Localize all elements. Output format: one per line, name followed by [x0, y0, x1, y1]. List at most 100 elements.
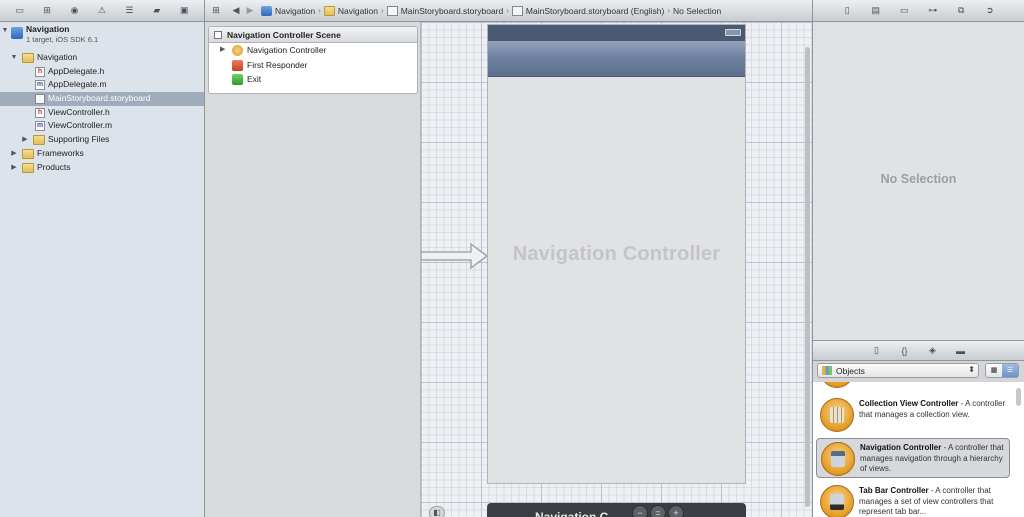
- media-library-icon[interactable]: ▬: [954, 345, 968, 357]
- warning-icon[interactable]: ⚠: [95, 5, 109, 17]
- tree-row-label: Frameworks: [37, 147, 84, 158]
- folder-icon: [22, 162, 34, 173]
- tree-row-file[interactable]: h AppDelegate.h: [0, 65, 204, 79]
- library-item-name: Navigation Controller: [860, 443, 942, 452]
- library-view-mode-toggle: ▦ ☰: [985, 363, 1019, 378]
- library-item-collection-view-controller[interactable]: Collection View Controller - A controlle…: [816, 395, 1010, 435]
- tree-row-label: AppDelegate.m: [48, 79, 107, 90]
- tree-row-label: MainStoryboard.storyboard: [48, 93, 151, 104]
- search-navigator-icon[interactable]: ◉: [68, 5, 82, 17]
- forward-arrow-icon[interactable]: ▶: [243, 5, 257, 17]
- zoom-controls: − = +: [632, 505, 684, 517]
- attributes-inspector-icon[interactable]: ⊶: [926, 5, 940, 17]
- tree-row-label: Navigation: [37, 52, 78, 62]
- jump-bar: ⊞ ◀ ▶ Navigation › Navigation › MainStor…: [205, 0, 812, 22]
- storyboard-file-icon: [386, 5, 398, 16]
- connections-inspector-icon[interactable]: ➲: [983, 5, 997, 17]
- disclosure-triangle-icon[interactable]: ▼: [10, 51, 18, 65]
- outline-item-first-responder[interactable]: First Responder: [209, 58, 417, 73]
- storyboard-canvas[interactable]: Navigation Controller Navigation C − = +…: [421, 22, 812, 517]
- navigation-screen-icon: [831, 451, 845, 467]
- size-inspector-icon[interactable]: ⧉: [954, 5, 968, 17]
- library-category-select[interactable]: Objects ⬍: [817, 363, 979, 378]
- icon-view-button[interactable]: ▦: [986, 364, 1002, 377]
- inspector-selector-bar: ▯ ▤ ▭ ⊶ ⧉ ➲: [813, 0, 1024, 22]
- vertical-scrollbar[interactable]: [805, 47, 810, 507]
- log-icon[interactable]: ▣: [177, 5, 191, 17]
- disclosure-triangle-icon[interactable]: ▶: [10, 147, 18, 161]
- folder-icon: [22, 53, 34, 63]
- back-arrow-icon[interactable]: ◀: [229, 5, 243, 17]
- identity-inspector-icon[interactable]: ▭: [897, 5, 911, 17]
- show-outline-button[interactable]: ◧: [429, 506, 445, 517]
- disclosure-triangle-icon[interactable]: ▶: [220, 43, 225, 58]
- tree-row-file[interactable]: m AppDelegate.m: [0, 78, 204, 92]
- tree-row-label: ViewController.m: [48, 120, 113, 131]
- zoom-in-icon[interactable]: +: [668, 505, 684, 517]
- folder-icon[interactable]: ▭: [13, 5, 27, 17]
- zoom-out-icon[interactable]: −: [632, 505, 648, 517]
- breadcrumb-project[interactable]: Navigation: [275, 6, 315, 16]
- library-item-text: Collection View Controller - A controlle…: [859, 399, 1007, 420]
- disclosure-triangle-icon[interactable]: ▶: [10, 161, 18, 175]
- folder-icon: [33, 135, 45, 146]
- chevron-updown-icon: ⬍: [968, 365, 975, 374]
- outline-item-navigation-controller[interactable]: ▶ Navigation Controller: [209, 43, 417, 58]
- zoom-fit-icon[interactable]: =: [650, 505, 666, 517]
- outline-item-label: Exit: [247, 74, 262, 84]
- header-file-icon: h: [35, 107, 45, 118]
- navigation-controller-scene[interactable]: Navigation Controller: [487, 24, 746, 484]
- tree-row-group[interactable]: ▶ Supporting Files: [0, 133, 204, 147]
- scene-collapse-icon[interactable]: [214, 30, 222, 39]
- library-item-tab-bar-controller[interactable]: Tab Bar Controller - A controller that m…: [816, 482, 1010, 517]
- scene-header[interactable]: Navigation Controller Scene: [209, 27, 417, 43]
- code-snippet-library-icon[interactable]: {}: [898, 345, 912, 357]
- disclosure-triangle-icon[interactable]: ▶: [21, 133, 29, 147]
- tree-row-file[interactable]: h ViewController.h: [0, 106, 204, 120]
- scene-placeholder-title: Navigation Controller: [512, 243, 721, 265]
- first-responder-icon: [232, 59, 243, 71]
- utilities-area: ▯ ▤ ▭ ⊶ ⧉ ➲ No Selection ▯ {} ◈ ▬ Object…: [812, 0, 1024, 517]
- library-scrollbar[interactable]: [1016, 388, 1021, 406]
- tree-row-file[interactable]: m ViewController.m: [0, 119, 204, 133]
- outline-item-exit[interactable]: Exit: [209, 72, 417, 87]
- tree-row-file-selected[interactable]: MainStoryboard.storyboard: [0, 92, 204, 106]
- related-items-icon[interactable]: ⊞: [209, 5, 223, 17]
- tree-row-group[interactable]: ▶ Frameworks: [0, 147, 204, 161]
- library-item-text: Tab Bar Controller - A controller that m…: [859, 486, 1007, 517]
- disclosure-triangle-icon[interactable]: ▼: [1, 24, 9, 38]
- project-row[interactable]: ▼ Navigation 1 target, iOS SDK 6.1: [0, 24, 204, 51]
- file-inspector-icon[interactable]: ▯: [840, 5, 854, 17]
- objects-icon: [822, 366, 832, 375]
- storyboard-file-icon: [511, 5, 523, 16]
- navigation-bar[interactable]: [488, 41, 745, 77]
- breadcrumb-selection[interactable]: No Selection: [673, 6, 721, 16]
- tree-row-group[interactable]: ▶ Products: [0, 161, 204, 175]
- list-view-button[interactable]: ☰: [1002, 364, 1018, 377]
- breakpoint-icon[interactable]: ▰: [150, 5, 164, 17]
- navigation-controller-icon: [232, 45, 243, 56]
- file-tree: ▼ Navigation 1 target, iOS SDK 6.1 ▼ Nav…: [0, 22, 204, 174]
- breadcrumb-group[interactable]: Navigation: [338, 6, 378, 16]
- library-category-label: Objects: [836, 365, 865, 376]
- object-library-list: Collection View Controller - A controlle…: [813, 382, 1024, 517]
- symbol-navigator-icon[interactable]: ⊞: [40, 5, 54, 17]
- library-item-navigation-controller[interactable]: Navigation Controller - A controller tha…: [816, 438, 1010, 478]
- scene-dock-bar[interactable]: Navigation C: [487, 503, 746, 517]
- tree-row-group-navigation[interactable]: ▼ Navigation: [0, 51, 204, 65]
- folder-icon: [22, 148, 34, 159]
- breadcrumb-file[interactable]: MainStoryboard.storyboard: [401, 6, 504, 16]
- quick-help-icon[interactable]: ▤: [869, 5, 883, 17]
- outline-item-label: First Responder: [247, 59, 308, 70]
- initial-scene-arrow-icon: [421, 242, 489, 270]
- object-library-icon[interactable]: ◈: [926, 345, 940, 357]
- library-item-name: Tab Bar Controller: [859, 486, 929, 495]
- test-list-icon[interactable]: ☰: [122, 5, 136, 17]
- breadcrumb-localization[interactable]: MainStoryboard.storyboard (English): [526, 6, 664, 16]
- tab-bar-screen-icon: [830, 494, 844, 510]
- storyboard-file-icon: [35, 94, 45, 105]
- file-template-library-icon[interactable]: ▯: [870, 345, 884, 357]
- project-subtitle: 1 target, iOS SDK 6.1: [26, 35, 99, 44]
- scene-box: Navigation Controller Scene ▶ Navigation…: [208, 26, 418, 94]
- outline-item-label: Navigation Controller: [247, 45, 327, 55]
